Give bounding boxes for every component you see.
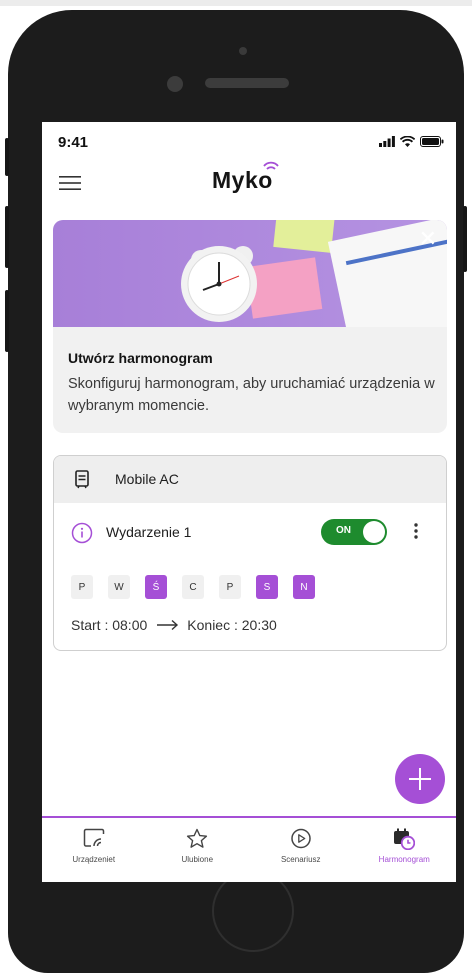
nav-label-schedule: Harmonogram [378,855,430,864]
day-chip[interactable]: C [182,575,204,599]
power-button [463,206,467,272]
volume-down-button [5,290,9,352]
status-time: 9:41 [58,134,89,151]
wifi-icon [400,136,415,147]
signal-icon [379,136,395,147]
day-chip[interactable]: W [108,575,130,599]
camera-dot [239,47,247,55]
nav-item-schedule[interactable]: Harmonogram [353,818,457,882]
nav-item-devices[interactable]: Urządzeniet [42,818,146,882]
logo-wifi-icon [263,161,279,170]
nav-label-scenarios: Scenariusz [280,855,321,864]
weekday-selector: P W Ś C P S N [71,575,315,599]
device-header: Mobile AC [54,456,446,503]
nav-item-favorites[interactable]: Ulubione [146,818,250,882]
event-toggle[interactable]: ON [321,519,387,545]
mute-switch [5,138,9,176]
front-camera [167,76,183,92]
device-schedule-card: Mobile AC Wydarzenie 1 ON P W Ś C P S N … [53,455,447,651]
top-edge [0,0,472,6]
end-time: Koniec : 20:30 [187,617,277,633]
nav-label-favorites: Ulubione [181,855,214,864]
more-options-icon[interactable] [414,522,418,540]
day-chip[interactable]: S [256,575,278,599]
schedule-promo-banner: ✕ Utwórz harmonogram Skonfiguruj harmono… [53,220,447,433]
day-chip[interactable]: P [71,575,93,599]
ac-unit-icon [75,470,89,489]
toggle-label: ON [336,525,351,536]
event-time-range: Start : 08:00 Koniec : 20:30 [71,617,277,633]
day-chip[interactable]: N [293,575,315,599]
calendar-clock-icon [394,828,416,850]
info-icon[interactable] [71,522,93,544]
battery-icon [420,136,444,147]
plus-icon-stroke [419,768,421,790]
earpiece-speaker [205,78,289,88]
banner-description: Skonfiguruj harmonogram, aby uruchamiać … [68,376,435,414]
phone-frame: 9:41 Myko ✕ Utwórz harmonogram Skonfigur… [5,10,467,973]
nav-label-devices: Urządzeniet [72,855,116,864]
device-name: Mobile AC [115,471,179,487]
devices-icon [83,828,104,847]
star-icon [187,828,208,848]
alarm-clock-illustration [53,220,447,327]
app-logo: Myko [212,161,279,194]
bottom-navigation: Urządzeniet Ulubione Scenariusz Harmonog… [42,816,456,882]
add-schedule-button[interactable] [395,754,445,804]
status-icons [379,136,444,147]
banner-close-icon[interactable]: ✕ [419,226,437,252]
play-icon [291,828,311,849]
arrow-right-icon [157,619,179,631]
event-name: Wydarzenie 1 [106,524,192,540]
banner-title: Utwórz harmonogram [68,350,213,366]
day-chip[interactable]: P [219,575,241,599]
nav-item-scenarios[interactable]: Scenariusz [249,818,353,882]
start-time: Start : 08:00 [71,617,148,633]
home-button[interactable] [212,870,294,952]
app-screen: 9:41 Myko ✕ Utwórz harmonogram Skonfigur… [42,122,456,882]
day-chip[interactable]: Ś [145,575,167,599]
hamburger-menu-icon[interactable] [59,175,81,191]
toggle-knob [363,521,385,543]
volume-up-button [5,206,9,268]
